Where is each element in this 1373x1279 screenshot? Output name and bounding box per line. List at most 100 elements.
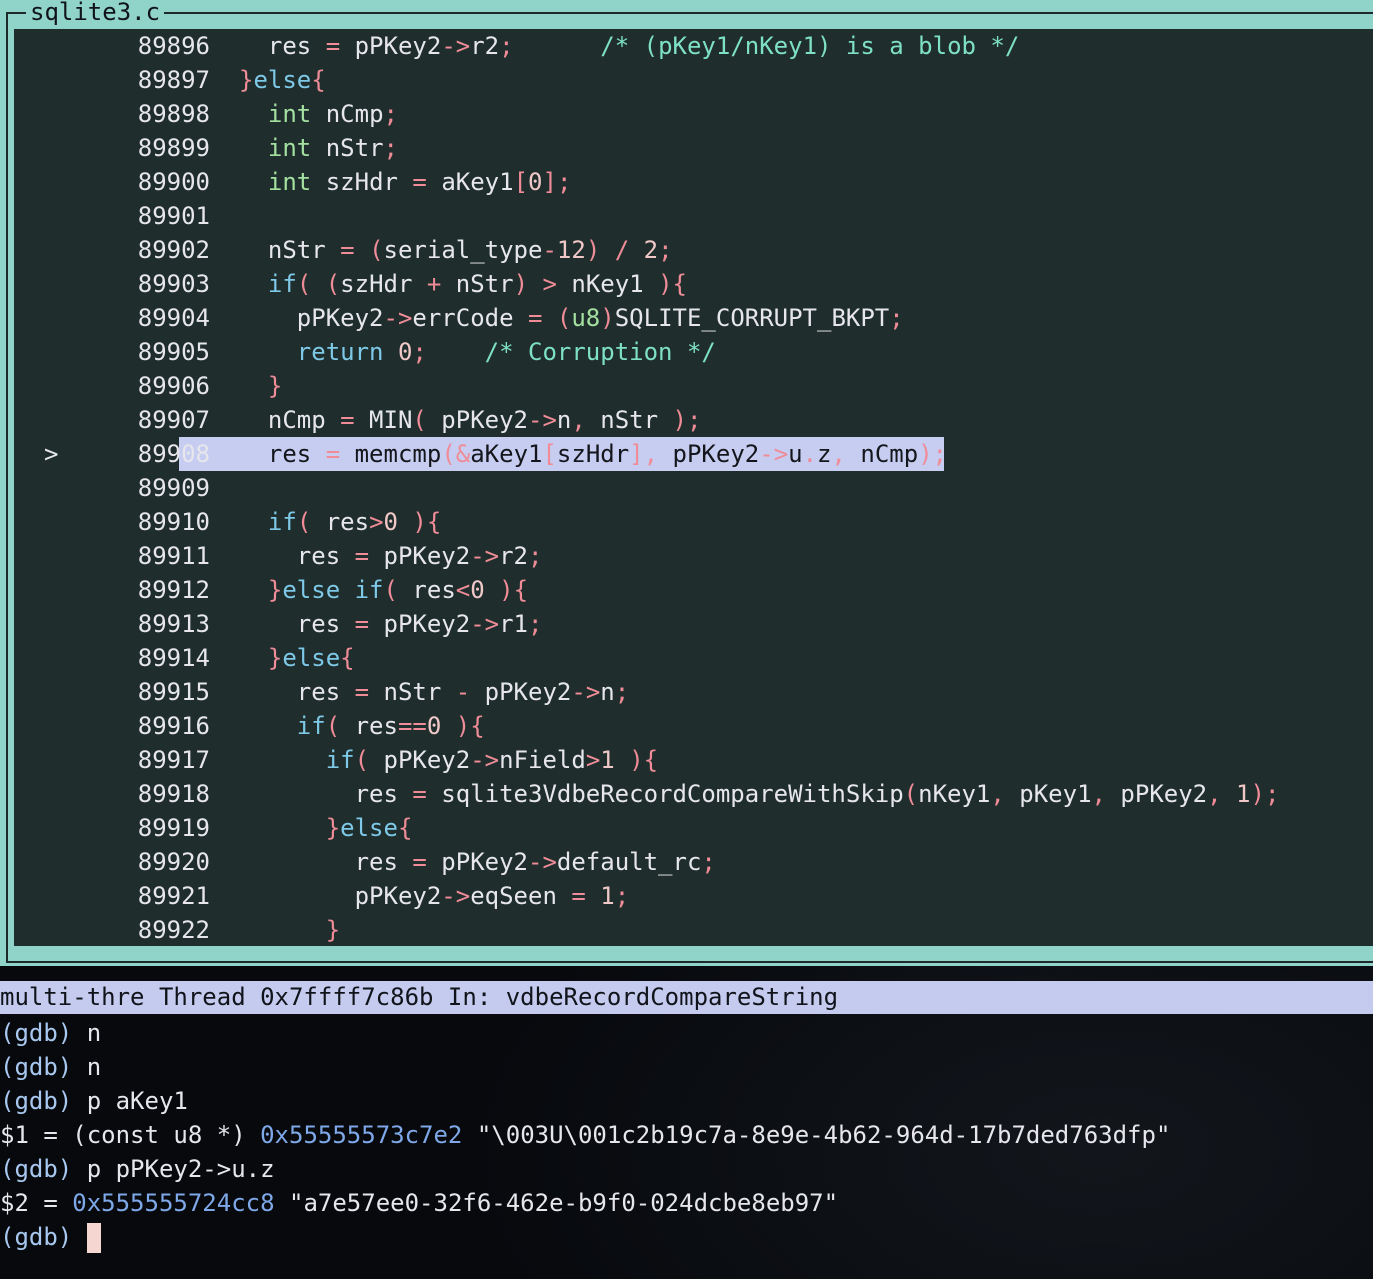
- source-file-title: sqlite3.c: [26, 0, 165, 27]
- source-code-text: int szHdr = aKey1[0];: [267, 168, 572, 196]
- source-line[interactable]: 89898 int nCmp;: [14, 97, 1373, 131]
- source-code-text: res = pPKey2->r2;: [239, 542, 543, 570]
- source-code-text: if( res>0 ){: [267, 508, 442, 536]
- gdb-output-value: "\003U\001c2b19c7a-8e9e-4b62-964d-17b7de…: [462, 1121, 1171, 1149]
- source-line[interactable]: 89900 int szHdr = aKey1[0];: [14, 165, 1373, 199]
- line-number: 89901: [137, 202, 210, 230]
- gdb-command-line: (gdb) n: [0, 1050, 101, 1084]
- source-code-text: nCmp = MIN( pPKey2->n, nStr );: [239, 406, 702, 434]
- source-line[interactable]: 89913 res = pPKey2->r1;: [14, 607, 1373, 641]
- source-code-text: res = memcmp(&aKey1[szHdr], pPKey2->u.z,…: [239, 440, 948, 468]
- frame-top-border: [6, 12, 1373, 14]
- source-line[interactable]: 89902 nStr = (serial_type-12) / 2;: [14, 233, 1373, 267]
- source-line[interactable]: 89901: [14, 199, 1373, 233]
- line-number: 89908: [137, 440, 210, 468]
- gdb-output-prefix: $1 = (const u8 *): [0, 1121, 261, 1149]
- gdb-output-line: $2 = 0x555555724cc8 "a7e57ee0-32f6-462e-…: [0, 1186, 838, 1220]
- source-line[interactable]: 89922 }: [14, 913, 1373, 946]
- gdb-command-text: n: [72, 1019, 102, 1047]
- source-code-text: res = pPKey2->r1;: [239, 610, 543, 638]
- line-number: 89918: [137, 780, 210, 808]
- frame-bottom-border: [6, 961, 1373, 963]
- line-number: 89907: [137, 406, 210, 434]
- gdb-prompt: (gdb): [0, 1223, 73, 1251]
- source-line[interactable]: 89910 if( res>0 ){: [14, 505, 1373, 539]
- line-number: 89914: [137, 644, 210, 672]
- source-line[interactable]: 89918 res = sqlite3VdbeRecordCompareWith…: [14, 777, 1373, 811]
- line-number: 89903: [137, 270, 210, 298]
- frame-left-border: [6, 12, 8, 962]
- gdb-prompt: (gdb): [0, 1053, 73, 1081]
- source-code-text: nStr = (serial_type-12) / 2;: [239, 236, 673, 264]
- source-code-text: return 0; /* Corruption */: [296, 338, 716, 366]
- line-number: 89921: [137, 882, 210, 910]
- source-code-text: res = pPKey2->default_rc;: [239, 848, 716, 876]
- line-number: 89916: [137, 712, 210, 740]
- line-number: 89909: [137, 474, 210, 502]
- source-line[interactable]: 89911 res = pPKey2->r2;: [14, 539, 1373, 573]
- source-code-text: pPKey2->errCode = (u8)SQLITE_CORRUPT_BKP…: [239, 304, 904, 332]
- gdb-command-text: n: [72, 1053, 102, 1081]
- line-number: 89906: [137, 372, 210, 400]
- gdb-output-value: "a7e57ee0-32f6-462e-b9f0-024dcbe8eb97": [274, 1189, 839, 1217]
- source-line[interactable]: 89921 pPKey2->eqSeen = 1;: [14, 879, 1373, 913]
- gdb-output-prefix: $2 =: [0, 1189, 73, 1217]
- gdb-prompt: (gdb): [0, 1019, 73, 1047]
- source-code-text: }else{: [325, 814, 413, 842]
- line-number: 89900: [137, 168, 210, 196]
- gdb-command-line: (gdb) p pPKey2->u.z: [0, 1152, 275, 1186]
- line-number: 89920: [137, 848, 210, 876]
- source-line[interactable]: 89903 if( (szHdr + nStr) > nKey1 ){: [14, 267, 1373, 301]
- source-line[interactable]: 89919 }else{: [14, 811, 1373, 845]
- line-number: 89897: [137, 66, 210, 94]
- gdb-output-address: 0x555555724cc8: [72, 1189, 275, 1217]
- gdb-command-line: (gdb) n: [0, 1016, 101, 1050]
- source-code-text: res = pPKey2->r2; /* (pKey1/nKey1) is a …: [239, 32, 1020, 60]
- source-line[interactable]: 89912 }else if( res<0 ){: [14, 573, 1373, 607]
- source-code-text: }else if( res<0 ){: [267, 576, 529, 604]
- line-number: 89912: [137, 576, 210, 604]
- source-line[interactable]: 89906 }: [14, 369, 1373, 403]
- gdb-command-line: (gdb) p aKey1: [0, 1084, 188, 1118]
- terminal-cursor[interactable]: [86, 1223, 101, 1253]
- source-line[interactable]: 89917 if( pPKey2->nField>1 ){: [14, 743, 1373, 777]
- source-line[interactable]: 89905 return 0; /* Corruption */: [14, 335, 1373, 369]
- source-code-text: int nCmp;: [267, 100, 398, 128]
- line-number: 89922: [137, 916, 210, 944]
- source-window: sqlite3.c 89896 res = pPKey2->r2; /* (pK…: [0, 0, 1373, 966]
- source-line[interactable]: 89907 nCmp = MIN( pPKey2->n, nStr );: [14, 403, 1373, 437]
- source-line[interactable]: >89908 res = memcmp(&aKey1[szHdr], pPKey…: [14, 437, 1373, 471]
- gdb-status-bar: multi-thre Thread 0x7ffff7c86b In: vdbeR…: [0, 981, 1373, 1014]
- gdb-output-line: $1 = (const u8 *) 0x55555573c7e2 "\003U\…: [0, 1118, 1170, 1152]
- source-code-text: }else{: [239, 66, 326, 94]
- source-line[interactable]: 89916 if( res==0 ){: [14, 709, 1373, 743]
- source-code-text: }: [267, 372, 283, 400]
- gdb-prompt: (gdb): [0, 1155, 73, 1183]
- gdb-command-text: p aKey1: [72, 1087, 188, 1115]
- line-number: 89896: [137, 32, 210, 60]
- line-number: 89919: [137, 814, 210, 842]
- gdb-command-line: (gdb): [0, 1220, 101, 1254]
- source-line[interactable]: 89904 pPKey2->errCode = (u8)SQLITE_CORRU…: [14, 301, 1373, 335]
- source-line[interactable]: 89909: [14, 471, 1373, 505]
- source-line[interactable]: 89896 res = pPKey2->r2; /* (pKey1/nKey1)…: [14, 29, 1373, 63]
- source-code-pane[interactable]: 89896 res = pPKey2->r2; /* (pKey1/nKey1)…: [14, 29, 1373, 946]
- source-line[interactable]: 89915 res = nStr - pPKey2->n;: [14, 675, 1373, 709]
- gdb-output-address: 0x55555573c7e2: [260, 1121, 463, 1149]
- gdb-command-text: p pPKey2->u.z: [72, 1155, 275, 1183]
- source-line[interactable]: 89920 res = pPKey2->default_rc;: [14, 845, 1373, 879]
- line-number: 89913: [137, 610, 210, 638]
- source-line[interactable]: 89914 }else{: [14, 641, 1373, 675]
- source-line[interactable]: 89899 int nStr;: [14, 131, 1373, 165]
- source-code-text: }: [325, 916, 341, 944]
- source-line[interactable]: 89897 }else{: [14, 63, 1373, 97]
- source-code-text: if( (szHdr + nStr) > nKey1 ){: [267, 270, 687, 298]
- source-code-text: int nStr;: [267, 134, 398, 162]
- source-code-text: }else{: [267, 644, 355, 672]
- line-number: 89904: [137, 304, 210, 332]
- source-code-text: pPKey2->eqSeen = 1;: [239, 882, 630, 910]
- line-number: 89898: [137, 100, 210, 128]
- line-number: 89902: [137, 236, 210, 264]
- line-number: 89899: [137, 134, 210, 162]
- line-number: 89917: [137, 746, 210, 774]
